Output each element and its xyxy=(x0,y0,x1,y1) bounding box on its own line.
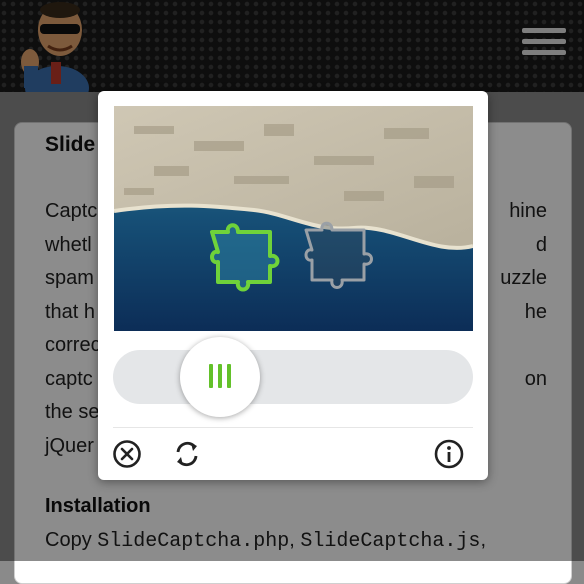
toolbar-divider xyxy=(113,427,473,428)
puzzle-slot-icon xyxy=(304,221,373,289)
captcha-slider-track[interactable] xyxy=(113,337,473,417)
refresh-icon[interactable] xyxy=(171,438,203,470)
info-circle-icon[interactable] xyxy=(433,438,465,470)
puzzle-piece-icon xyxy=(210,223,280,292)
close-circle-icon[interactable] xyxy=(111,438,143,470)
slider-handle[interactable] xyxy=(180,337,260,417)
grip-bars-icon xyxy=(207,364,233,390)
slide-captcha-modal xyxy=(98,91,488,480)
aerial-coastline-puzzle-image xyxy=(114,106,473,331)
